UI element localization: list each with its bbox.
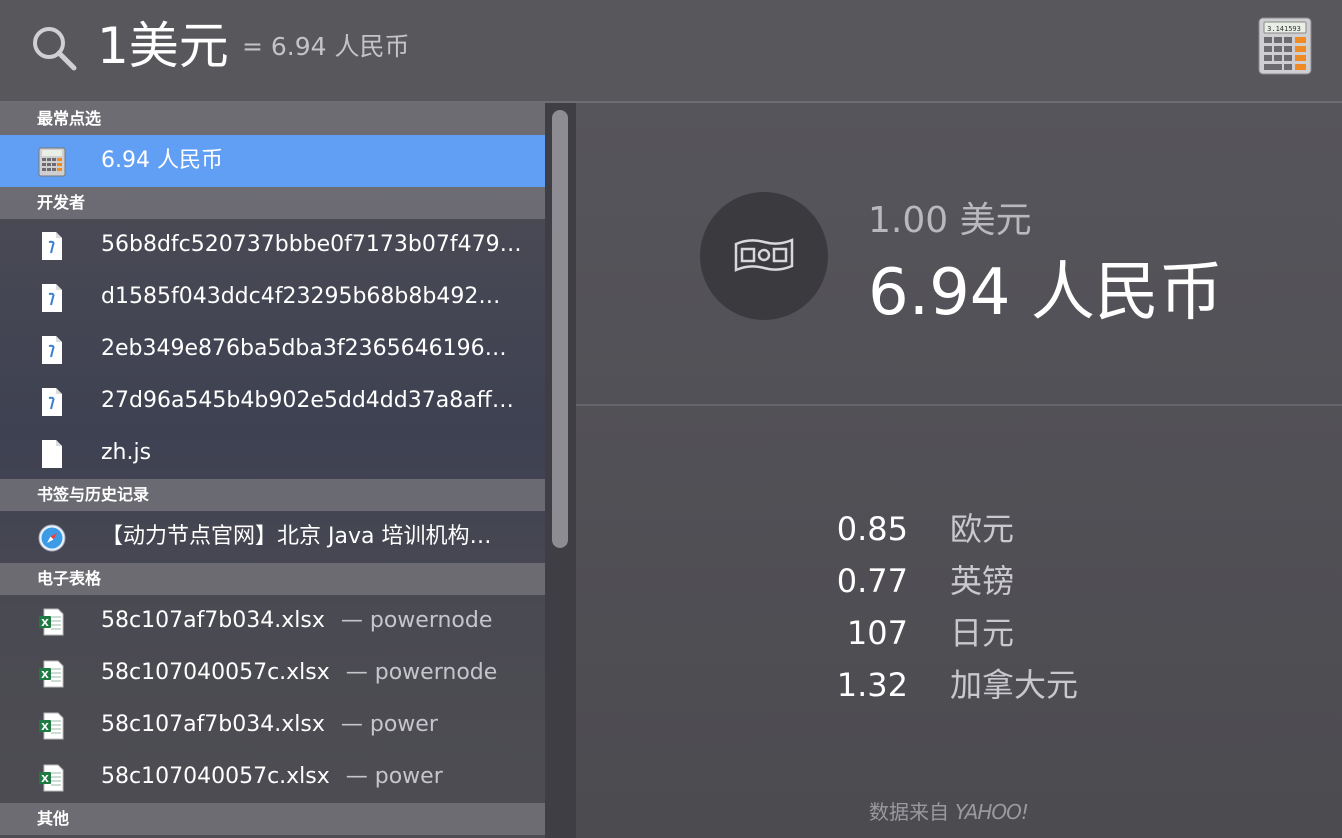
preview-pane: 1.00 美元 6.94 人民币 0.85 欧元 0.77 英镑 107 日元 … [576,103,1342,838]
list-item-label: 58c107040057c.xlsx — power [101,751,443,803]
rate-currency: 加拿大元 [950,666,1079,704]
document-icon [42,440,62,468]
file-location: — power [345,764,443,789]
banknote-icon [734,238,794,272]
list-item-js-file[interactable]: zh.js [0,427,545,479]
list-item-label: 2eb349e876ba5dba3f2365646196… [101,336,507,361]
rate-row: 0.77 英镑 [576,555,1342,607]
rate-value: 0.85 [836,510,908,548]
converted-amount: 6.94 人民币 [868,256,1223,330]
svg-text:X: X [41,774,49,785]
rate-value: 1.32 [836,666,908,704]
file-name: 58c107040057c.xlsx [101,660,330,685]
file-location: — power [340,712,438,737]
list-item-label: zh.js [101,440,152,465]
source-amount: 1.00 美元 [868,200,1032,241]
search-input[interactable]: 1美元 [97,16,229,76]
svg-text:3.141593: 3.141593 [1267,25,1301,33]
list-item-bookmark[interactable]: 【动力节点官网】北京 Java 培训机构… [0,511,545,563]
excel-icon: X [39,764,64,792]
rate-row: 0.85 欧元 [576,503,1342,555]
search-icon [33,27,77,71]
list-item-label: 58c107af7b034.xlsx — power [101,699,438,751]
spotlight-search-bar: 1美元 = 6.94 人民币 3.141593 [0,0,1342,101]
section-header-spreadsheets: 电子表格 [0,563,545,595]
excel-icon: X [39,660,64,688]
inline-result: = 6.94 人民币 [242,32,410,61]
section-header-bookmarks: 书签与历史记录 [0,479,545,511]
currency-badge [700,192,828,320]
file-name: 58c107af7b034.xlsx [101,608,325,633]
list-item-spreadsheet[interactable]: X 58c107af7b034.xlsx — powernode [0,595,545,647]
results-list: 最常点选 6.94 人民币 开发者 56b8dfc520737bbbe0f717… [0,103,545,838]
svg-text:X: X [41,618,49,629]
list-item-spreadsheet[interactable]: X 58c107040057c.xlsx — powernode [0,647,545,699]
java-file-icon [42,336,62,364]
section-header-other: 其他 [0,803,545,835]
rate-currency: 日元 [950,614,1015,652]
file-location: — powernode [340,608,493,633]
source-prefix: 数据来自 [869,800,949,824]
rate-value: 0.77 [836,562,908,600]
rate-currency: 英镑 [950,562,1015,600]
rate-value: 107 [846,614,908,652]
list-item-label: 56b8dfc520737bbbe0f7173b07f479… [101,232,522,257]
list-item-label: 27d96a545b4b902e5dd4dd37a8aff… [101,388,514,413]
svg-text:X: X [41,722,49,733]
divider [576,404,1342,406]
svg-text:X: X [41,670,49,681]
rate-row: 107 日元 [576,607,1342,659]
list-item-label: d1585f043ddc4f23295b68b8b492… [101,284,501,309]
list-item-calculator-result[interactable]: 6.94 人民币 [0,135,545,187]
list-item-label: 6.94 人民币 [101,148,223,173]
section-header-top-hit: 最常点选 [0,103,545,135]
scrollbar-thumb[interactable] [552,110,568,548]
list-item-java-file[interactable]: 56b8dfc520737bbbe0f7173b07f479… [0,219,545,271]
exchange-rates: 0.85 欧元 0.77 英镑 107 日元 1.32 加拿大元 [576,503,1342,711]
calculator-icon [38,147,66,177]
java-file-icon [42,232,62,260]
list-item-java-file[interactable]: d1585f043ddc4f23295b68b8b492… [0,271,545,323]
file-name: 58c107040057c.xlsx [101,764,330,789]
list-item-spreadsheet[interactable]: X 58c107af7b034.xlsx — power [0,699,545,751]
file-location: — powernode [345,660,498,685]
java-file-icon [42,388,62,416]
rate-row: 1.32 加拿大元 [576,659,1342,711]
list-item-java-file[interactable]: 27d96a545b4b902e5dd4dd37a8aff… [0,375,545,427]
rate-currency: 欧元 [950,510,1015,548]
yahoo-logo[interactable]: YAHOO! [955,800,1029,824]
data-source-credit: 数据来自 YAHOO! [869,796,1029,825]
section-header-developer: 开发者 [0,187,545,219]
safari-icon [38,524,66,552]
file-name: 58c107af7b034.xlsx [101,712,325,737]
list-item-label: 【动力节点官网】北京 Java 培训机构… [101,524,492,549]
java-file-icon [42,284,62,312]
calculator-icon: 3.141593 [1258,17,1312,75]
list-item-label: 58c107040057c.xlsx — powernode [101,647,497,699]
list-item-spreadsheet[interactable]: X 58c107040057c.xlsx — power [0,751,545,803]
excel-icon: X [39,608,64,636]
excel-icon: X [39,712,64,740]
list-item-label: 58c107af7b034.xlsx — powernode [101,595,492,647]
list-item-java-file[interactable]: 2eb349e876ba5dba3f2365646196… [0,323,545,375]
